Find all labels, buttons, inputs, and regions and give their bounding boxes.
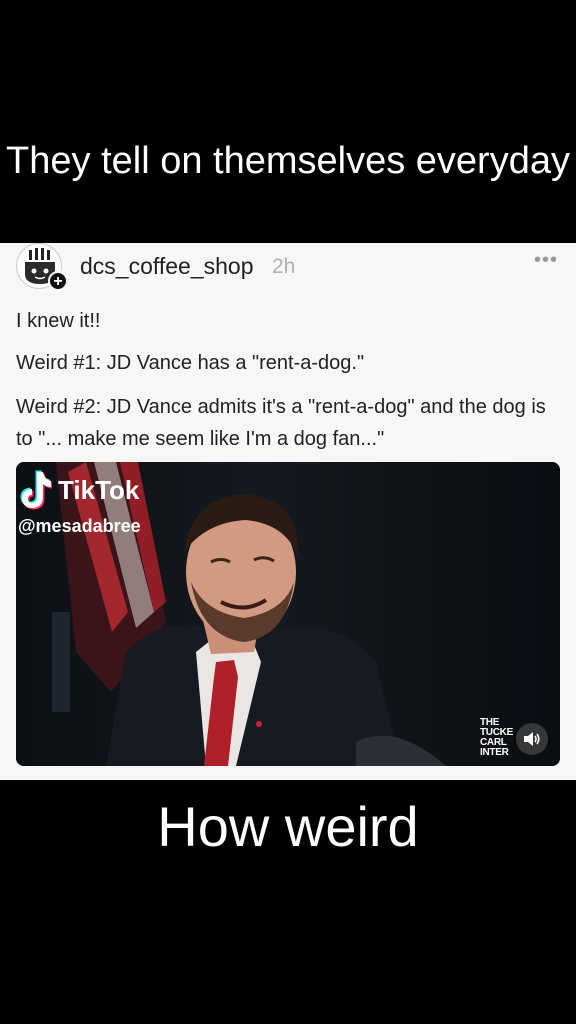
bottom-caption: How weird bbox=[157, 795, 419, 858]
speaker-icon[interactable] bbox=[516, 723, 548, 755]
tiktok-brand-label: TikTok bbox=[58, 474, 140, 505]
channel-watermark: THE TUCKE CARL INTER bbox=[480, 718, 520, 758]
tiktok-handle: @mesadabree bbox=[18, 516, 141, 536]
post-card: + dcs_coffee_shop 2h ••• I knew it!! Wei… bbox=[0, 243, 576, 780]
post-line-3: Weird #2: JD Vance admits it's a "rent-a… bbox=[16, 396, 546, 450]
post-line-1: I knew it!! bbox=[16, 310, 101, 332]
channel-mark-line-4: INTER bbox=[480, 747, 509, 758]
post-line-2: Weird #1: JD Vance has a "rent-a-dog." bbox=[16, 352, 365, 374]
more-options-button[interactable]: ••• bbox=[534, 249, 558, 272]
top-caption: They tell on themselves everyday bbox=[6, 140, 570, 182]
plus-icon[interactable]: + bbox=[48, 271, 68, 291]
screen: They tell on themselves everyday + dcs_c… bbox=[0, 0, 576, 1024]
tiktok-watermark: TikTok bbox=[18, 470, 139, 510]
username[interactable]: dcs_coffee_shop bbox=[80, 253, 254, 280]
avatar[interactable]: + bbox=[16, 243, 68, 291]
tiktok-note-icon bbox=[20, 470, 52, 510]
post-time: 2h bbox=[272, 255, 296, 278]
